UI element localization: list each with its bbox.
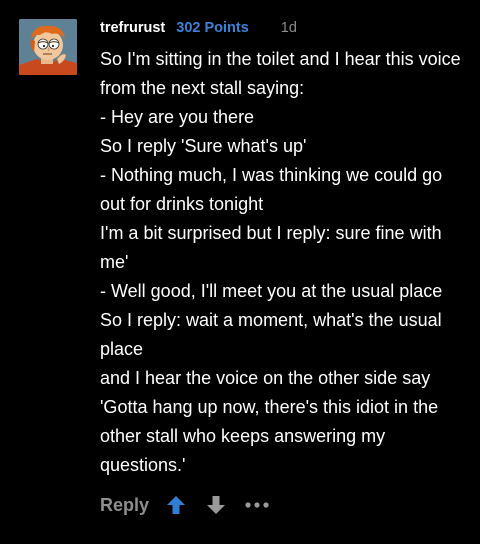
comment-meta: trefrurust 302 Points 1d xyxy=(100,17,297,39)
comment-line: - Hey are you there xyxy=(100,107,255,127)
points-count: 302 Points xyxy=(176,20,249,36)
comment-line: and I hear the voice on the other side s… xyxy=(100,368,439,475)
more-options-button[interactable] xyxy=(244,493,270,517)
comment: trefrurust 302 Points 1d So I'm sitting … xyxy=(0,0,480,544)
comment-line: So I reply 'Sure what's up' xyxy=(100,136,307,156)
downvote-button[interactable] xyxy=(204,493,228,517)
arrow-down-icon xyxy=(207,496,226,514)
arrow-up-icon xyxy=(167,496,186,514)
comment-line: - Nothing much, I was thinking we could … xyxy=(100,165,443,214)
fry-avatar-icon xyxy=(19,19,77,75)
comment-body: So I'm sitting in the toilet and I hear … xyxy=(100,45,472,480)
upvote-button[interactable] xyxy=(164,493,188,517)
reply-button[interactable]: Reply xyxy=(100,495,149,516)
comment-line: - Well good, I'll meet you at the usual … xyxy=(100,281,443,301)
comment-line: So I'm sitting in the toilet and I hear … xyxy=(100,49,461,98)
comment-actions: Reply xyxy=(100,491,270,519)
username[interactable]: trefrurust xyxy=(100,20,165,36)
avatar[interactable] xyxy=(19,19,77,75)
comment-line: I'm a bit surprised but I reply: sure fi… xyxy=(100,223,442,272)
more-dots-icon xyxy=(245,502,269,508)
comment-line: So I reply: wait a moment, what's the us… xyxy=(100,310,442,359)
comment-age: 1d xyxy=(280,20,297,36)
